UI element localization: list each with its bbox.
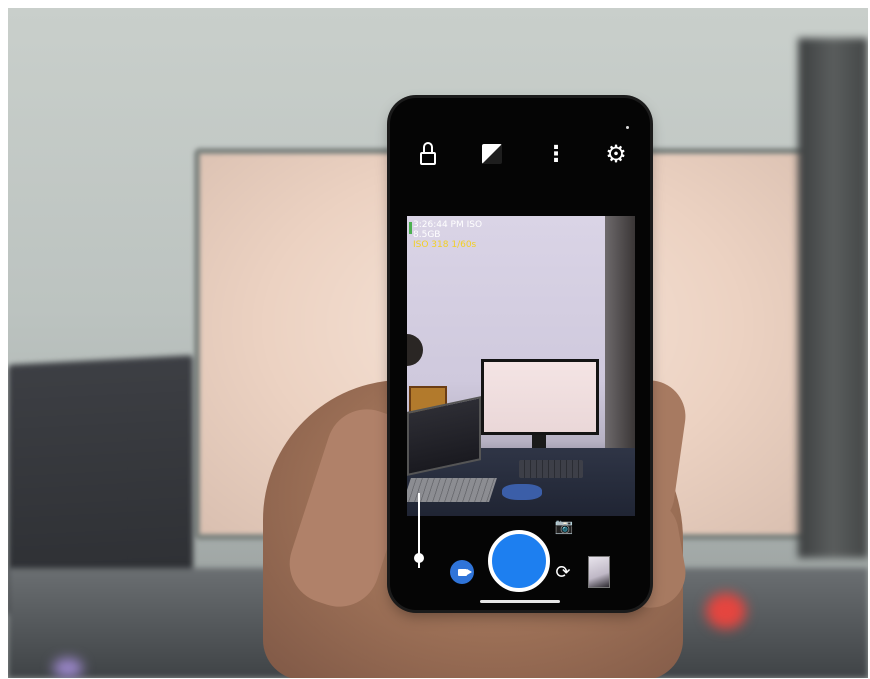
- shutter-button[interactable]: [488, 530, 550, 592]
- switch-camera-icon[interactable]: ⟳: [552, 562, 574, 584]
- home-indicator[interactable]: [480, 600, 560, 603]
- video-camera-glyph: [457, 568, 472, 576]
- viewfinder-monitor: [481, 359, 599, 435]
- gallery-thumbnail[interactable]: [588, 556, 610, 588]
- snapshot-icon[interactable]: 📷: [554, 518, 574, 534]
- background-red-light: [706, 593, 746, 629]
- overlay-time-line: 3:26:44 PM ISO: [413, 220, 482, 230]
- overlay-time: 3:26:44 PM: [413, 220, 464, 230]
- settings-icon[interactable]: ⚙: [602, 140, 630, 168]
- background-post: [798, 38, 868, 558]
- lock-shackle: [423, 142, 433, 152]
- lock-icon[interactable]: [414, 140, 442, 168]
- battery-indicator: [409, 222, 412, 234]
- camera-bottom-bar: 📷 ⟳: [390, 518, 650, 610]
- viewfinder-monitor-stand: [532, 435, 546, 449]
- camera-viewfinder[interactable]: 3:26:44 PM ISO 8.5GB ISO 318 1/60s: [407, 216, 635, 516]
- video-mode-icon[interactable]: [450, 560, 474, 584]
- camera-top-bar: ⋮ ⚙: [390, 98, 650, 213]
- viewfinder-lamp: [407, 334, 423, 366]
- exposure-icon[interactable]: [478, 140, 506, 168]
- overlay-iso-label: ISO: [466, 220, 483, 230]
- viewfinder-keyboard: [519, 460, 583, 478]
- overlay-exposure: ISO 318 1/60s: [413, 240, 477, 250]
- viewfinder-laptop-keys: [407, 478, 497, 502]
- lock-body: [420, 151, 436, 165]
- smartphone: ⋮ ⚙ 3:26:44 PM ISO 8.5GB ISO 318 1/60s 📷…: [390, 98, 650, 610]
- exposure-box: [482, 144, 502, 164]
- background-purple-light: [53, 658, 83, 678]
- viewfinder-mat: [502, 484, 542, 500]
- photo-scene: ⋮ ⚙ 3:26:44 PM ISO 8.5GB ISO 318 1/60s 📷…: [8, 8, 868, 678]
- overlay-storage: 8.5GB: [413, 230, 441, 240]
- more-options-icon[interactable]: ⋮: [542, 140, 570, 168]
- camera-info-overlay: 3:26:44 PM ISO 8.5GB ISO 318 1/60s: [413, 220, 482, 250]
